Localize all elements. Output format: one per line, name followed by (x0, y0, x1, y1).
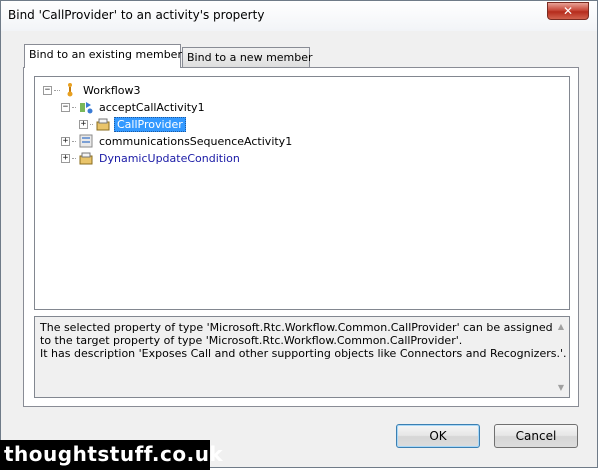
tree-connector (90, 123, 93, 125)
tree-item-communicationssequenceactivity1[interactable]: + communicationsSequenceActivity1 (61, 133, 294, 149)
tree-connector (72, 157, 76, 159)
description-line: to the target property of type 'Microsof… (40, 334, 463, 347)
scroll-up-icon[interactable]: ▲ (555, 320, 567, 333)
property-icon (96, 118, 110, 131)
cancel-button[interactable]: Cancel (494, 424, 578, 448)
activity-icon (80, 102, 93, 114)
tree-item-label: CallProvider (114, 116, 186, 132)
description-box: The selected property of type 'Microsoft… (34, 316, 570, 398)
tree-item-dynamicupdatecondition[interactable]: + DynamicUpdateCondition (61, 150, 242, 166)
expand-icon[interactable]: + (61, 136, 70, 146)
tab-bind-new[interactable]: Bind to a new member (182, 47, 313, 69)
scroll-down-icon[interactable]: ▼ (555, 381, 567, 394)
tree-item-label: acceptCallActivity1 (99, 100, 205, 114)
tree-item-workflow3[interactable]: − Workflow3 (43, 82, 143, 98)
dialog-window: Bind 'CallProvider' to an activity's pro… (0, 0, 598, 468)
tree-item-label: communicationsSequenceActivity1 (99, 134, 293, 148)
expand-icon[interactable]: + (61, 153, 70, 163)
watermark-logo: thoughtstuff.co.uk (0, 440, 223, 470)
close-icon: ✕ (562, 4, 574, 18)
description-line: The selected property of type 'Microsoft… (40, 321, 553, 334)
collapse-icon[interactable]: − (61, 102, 70, 112)
expand-icon[interactable]: + (79, 119, 88, 129)
tree-connector (72, 106, 76, 108)
tree-connector (54, 89, 60, 91)
description-line: It has description 'Exposes Call and oth… (40, 347, 567, 360)
window-title: Bind 'CallProvider' to an activity's pro… (8, 8, 265, 22)
tab-bind-new-label: Bind to a new member (187, 51, 313, 64)
workflow-icon (67, 83, 73, 97)
close-button[interactable]: ✕ (547, 2, 589, 20)
tree-item-callprovider[interactable]: + CallProvider (79, 116, 186, 132)
activity-icon (79, 134, 93, 148)
ok-button[interactable]: OK (396, 424, 480, 448)
tree-connector (72, 140, 76, 142)
tree-item-label: DynamicUpdateCondition (99, 151, 240, 165)
tree-item-acceptcallactivity1[interactable]: − acceptCallActivity1 (61, 99, 207, 115)
title-bar[interactable]: Bind 'CallProvider' to an activity's pro… (1, 1, 597, 31)
collapse-icon[interactable]: − (43, 85, 52, 95)
member-tree[interactable]: − Workflow3 − acceptCallActivity1 + Call… (34, 76, 570, 310)
tree-item-label: Workflow3 (83, 83, 141, 97)
property-icon (79, 152, 93, 165)
tab-bind-existing[interactable]: Bind to an existing member (24, 44, 182, 68)
tab-panel: − Workflow3 − acceptCallActivity1 + Call… (23, 67, 579, 407)
tab-bind-existing-label: Bind to an existing member (29, 48, 182, 61)
